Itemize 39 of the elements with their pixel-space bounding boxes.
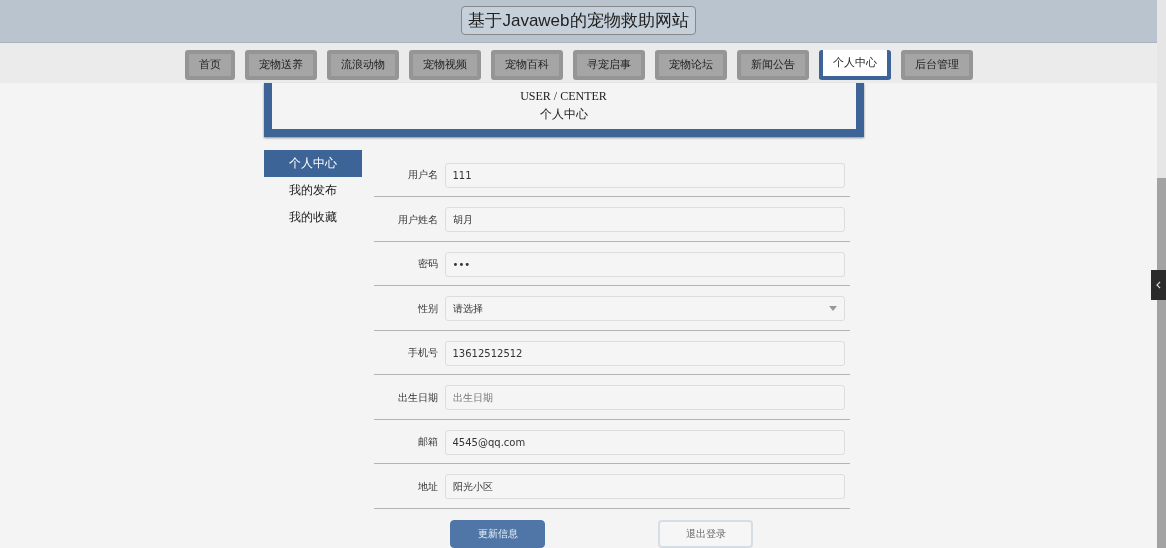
input-field[interactable]: •••: [444, 251, 845, 277]
nav-tab[interactable]: 寻宠启事: [572, 49, 645, 80]
input-field[interactable]: 出生日期: [444, 385, 845, 410]
nav-tab[interactable]: 宠物百科: [490, 49, 563, 80]
nav-tab[interactable]: 后台管理: [900, 49, 973, 80]
field-label: 性别: [416, 301, 439, 316]
nav-tab[interactable]: 宠物送养: [244, 49, 317, 80]
nav-tab[interactable]: 新闻公告: [736, 49, 809, 80]
field-label: 地址: [416, 479, 439, 494]
sidebar-item[interactable]: 我的发布: [263, 177, 362, 204]
banner-title: 个人中心: [539, 106, 588, 123]
input-field[interactable]: 111: [444, 162, 845, 188]
input-field[interactable]: 阳光小区: [444, 474, 845, 499]
banner-subtitle: USER / CENTER: [520, 89, 607, 104]
site-title: 基于Javaweb的宠物救助网站: [461, 6, 696, 36]
nav-tab[interactable]: 宠物论坛: [654, 49, 727, 80]
nav-tab[interactable]: 首页: [184, 49, 235, 80]
field-label: 手机号: [406, 346, 439, 360]
field-label: 邮箱: [416, 435, 439, 449]
input-field[interactable]: 13612512512: [444, 340, 845, 366]
nav-tab[interactable]: 流浪动物: [326, 49, 399, 80]
sidebar-item[interactable]: 个人中心: [263, 150, 362, 177]
field-label: 出生日期: [396, 390, 439, 405]
input-field[interactable]: 胡月: [444, 207, 845, 232]
nav-tab[interactable]: 个人中心: [818, 49, 891, 80]
field-label: 用户名: [406, 168, 439, 182]
caret-icon: [828, 306, 837, 311]
scrollbar[interactable]: [1157, 0, 1166, 548]
nav-tab[interactable]: 宠物视频: [408, 49, 481, 80]
sidebar-item[interactable]: 我的收藏: [263, 204, 362, 231]
side-toggle-button[interactable]: [1151, 270, 1166, 300]
update-button[interactable]: 更新信息: [450, 520, 545, 548]
logout-button[interactable]: 退出登录: [658, 520, 753, 548]
field-label: 密码: [416, 257, 439, 271]
input-field[interactable]: 4545@qq.com: [444, 429, 845, 455]
chevron-left-icon: [1156, 281, 1161, 289]
field-label: 用户姓名: [396, 212, 439, 227]
scrollbar-thumb[interactable]: [1157, 178, 1166, 548]
select-field[interactable]: 请选择: [444, 296, 845, 321]
